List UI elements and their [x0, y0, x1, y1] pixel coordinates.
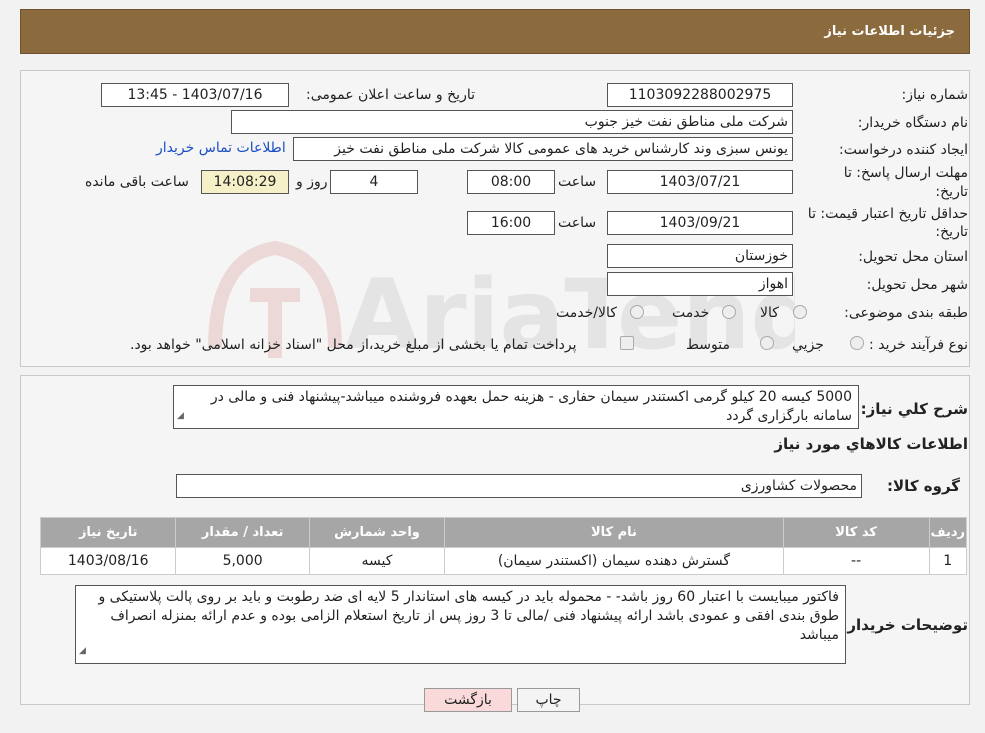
category-service-label: خدمت [672, 305, 710, 321]
process-note: پرداخت تمام یا بخشی از مبلغ خرید،از محل … [130, 337, 577, 353]
process-label: نوع فرآیند خرید : [869, 337, 968, 353]
process-medium-radio[interactable] [760, 336, 774, 350]
validity-date-field: 1403/09/21 [607, 211, 793, 235]
description-label: شرح کلي نياز: [860, 400, 968, 418]
province-label: استان محل تحویل: [858, 249, 968, 265]
back-button[interactable]: بازگشت [424, 688, 512, 712]
cell-unit: کیسه [308, 547, 446, 575]
process-medium-label: متوسط [686, 337, 730, 353]
process-treasury-checkbox[interactable] [620, 336, 634, 350]
buyer-org-label: نام دستگاه خریدار: [857, 115, 968, 131]
buyer-contact-link[interactable]: اطلاعات تماس خریدار [156, 140, 286, 156]
deadline-label-2: تاریخ: [935, 184, 968, 200]
table-header-row: رديف کد کالا نام کالا واحد شمارش تعداد /… [39, 517, 968, 548]
deadline-label: مهلت ارسال پاسخ: تا [843, 165, 968, 181]
category-service-radio[interactable] [722, 305, 736, 319]
buyer-notes-text: فاکتور میبایست با اعتبار 60 روز باشد- - … [98, 589, 839, 643]
col-unit: واحد شمارش [308, 517, 446, 548]
need-number-label: شماره نیاز: [901, 87, 969, 103]
page-header: جزئیات اطلاعات نیاز [20, 9, 970, 54]
validity-label: حداقل تاریخ اعتبار قیمت: تا [807, 206, 968, 222]
city-field: اهواز [607, 272, 793, 296]
cell-code: -- [782, 547, 930, 575]
buyer-org-field: شرکت ملی مناطق نفت خیز جنوب [231, 110, 793, 134]
goods-group-label: گروه کالا: [887, 477, 960, 495]
table-row: 1 -- گسترش دهنده سیمان (اکستندر سیمان) ک… [39, 547, 968, 575]
col-code: کد کالا [782, 517, 930, 548]
deadline-date-field: 1403/07/21 [607, 170, 793, 194]
buyer-notes-label: توضیحات خریدار: [841, 616, 968, 634]
cell-name: گسترش دهنده سیمان (اکستندر سیمان) [444, 547, 784, 575]
validity-time-field: 16:00 [467, 211, 555, 235]
category-label: طبقه بندی موضوعی: [844, 305, 968, 321]
col-qty: تعداد / مقدار [175, 517, 310, 548]
category-goods-service-radio[interactable] [630, 305, 644, 319]
description-text: 5000 کیسه 20 کیلو گرمی اکستندر سیمان حفا… [210, 389, 852, 424]
cell-row: 1 [928, 547, 968, 575]
goods-section-title: اطلاعات کالاهاي مورد نياز [774, 435, 968, 453]
resize-grip-icon[interactable]: ◢ [177, 407, 184, 426]
resize-grip-icon[interactable]: ◢ [79, 642, 86, 661]
page-title: جزئیات اطلاعات نیاز [824, 24, 955, 39]
description-textarea: 5000 کیسه 20 کیلو گرمی اکستندر سیمان حفا… [173, 385, 859, 429]
deadline-time-field: 08:00 [467, 170, 555, 194]
announce-field: 1403/07/16 - 13:45 [101, 83, 289, 107]
creator-label: ایجاد کننده درخواست: [839, 142, 968, 158]
province-field: خوزستان [607, 244, 793, 268]
col-name: نام کالا [444, 517, 784, 548]
category-goods-radio[interactable] [793, 305, 807, 319]
days-label: روز و [296, 174, 328, 190]
creator-field: یونس سبزی وند کارشناس خرید های عمومی کال… [293, 137, 793, 161]
validity-time-label: ساعت [558, 215, 597, 231]
category-goods-service-label: کالا/خدمت [556, 305, 617, 321]
days-field: 4 [330, 170, 418, 194]
remaining-label: ساعت باقی مانده [85, 174, 189, 190]
need-number-field: 1103092288002975 [607, 83, 793, 107]
announce-label: تاریخ و ساعت اعلان عمومی: [306, 87, 475, 103]
category-goods-label: کالا [760, 305, 779, 321]
items-table: رديف کد کالا نام کالا واحد شمارش تعداد /… [39, 517, 968, 575]
print-button[interactable]: چاپ [517, 688, 580, 712]
city-label: شهر محل تحویل: [866, 277, 968, 293]
cell-qty: 5,000 [175, 547, 310, 575]
cell-date: 1403/08/16 [39, 547, 177, 575]
validity-label-2: تاریخ: [935, 224, 968, 240]
buyer-notes-textarea: فاکتور میبایست با اعتبار 60 روز باشد- - … [75, 585, 846, 664]
col-row: رديف [928, 517, 968, 548]
process-small-radio[interactable] [850, 336, 864, 350]
deadline-time-label: ساعت [558, 174, 597, 190]
goods-group-field: محصولات کشاورزی [176, 474, 862, 498]
process-small-label: جزیي [792, 337, 824, 353]
remaining-time-field: 14:08:29 [201, 170, 289, 194]
col-date: تاریخ نیاز [39, 517, 177, 548]
